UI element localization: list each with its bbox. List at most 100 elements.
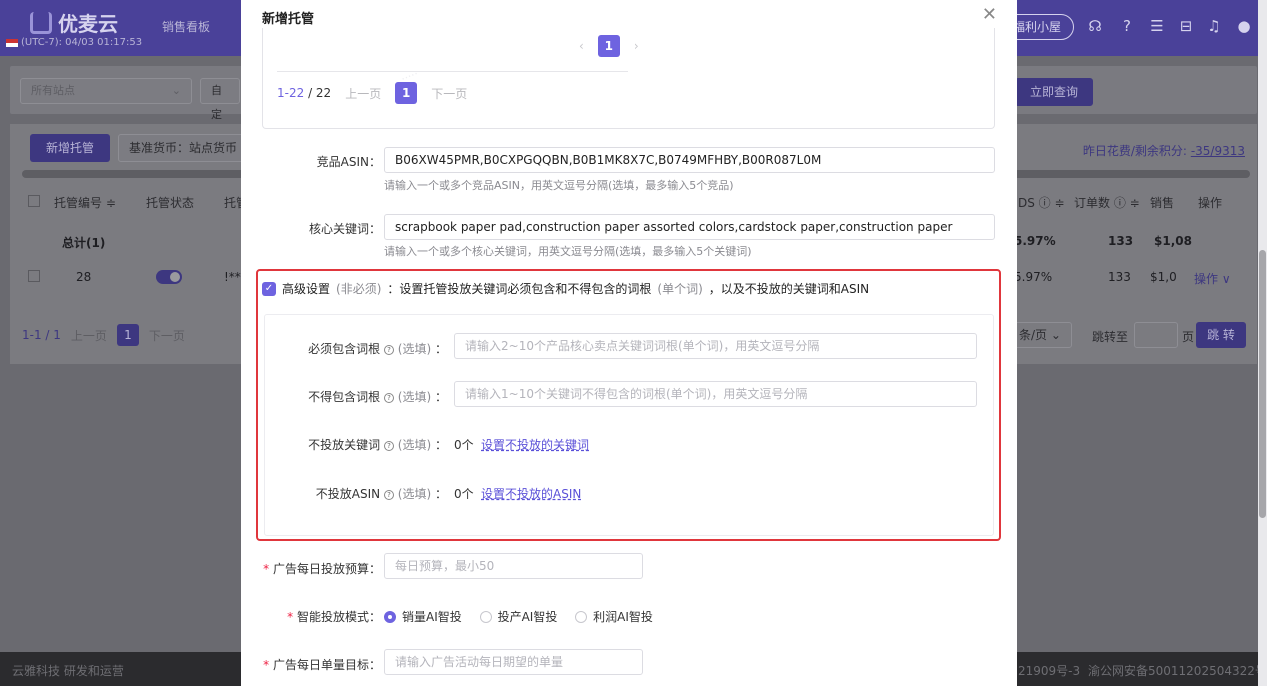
pager-next[interactable]: 下一页 xyxy=(149,327,185,344)
currency-button[interactable]: 基准货币：站点货币 xyxy=(118,134,249,162)
divider xyxy=(277,71,628,72)
row-checkbox[interactable] xyxy=(28,270,40,282)
advanced-optional: (非必须) xyxy=(336,282,382,296)
competitor-asin-input[interactable]: B06XW45PMR,B0CXPGQQBN,B0B1MK8X7C,B0749MF… xyxy=(384,147,995,173)
footer-icp[interactable]: 21909号-3 xyxy=(1018,662,1080,679)
radio-selected-icon xyxy=(384,610,396,623)
message-icon[interactable]: ☰ xyxy=(1147,16,1167,36)
support-icon[interactable]: ☊ xyxy=(1085,16,1105,36)
user-avatar-icon[interactable]: ● xyxy=(1234,16,1254,36)
core-keyword-input[interactable]: scrapbook paper pad,construction paper a… xyxy=(384,214,995,240)
help-icon[interactable]: ? xyxy=(1117,16,1137,36)
radio-unselected-icon xyxy=(479,610,492,623)
column-header[interactable]: 托管编号 ≑ xyxy=(54,194,116,211)
pager-prev[interactable]: 上一页 xyxy=(71,327,107,344)
logo-icon xyxy=(30,11,52,34)
pager-page-1[interactable]: 1 xyxy=(395,82,418,104)
must-exclude-input[interactable]: 请输入1~10个关键词不得包含的词根(单个词)，用英文逗号分隔 xyxy=(454,381,977,407)
radio-profit-ai[interactable]: 利润AI智投 xyxy=(575,608,653,625)
negative-asin-text: 不投放ASIN xyxy=(315,487,381,501)
optional-tag: (选填) xyxy=(397,438,432,452)
must-include-input[interactable]: 请输入2~10个产品核心卖点关键词词根(单个词)，用英文逗号分隔 xyxy=(454,333,977,359)
pager-page-1[interactable]: 1 xyxy=(116,324,139,346)
row-id: 28 xyxy=(76,270,92,284)
nav-item-sales-board[interactable]: 销售看板 xyxy=(162,18,210,35)
logo-text: 优麦云 xyxy=(58,12,118,36)
total-orders: 133 xyxy=(1108,234,1134,248)
pager-next[interactable]: 下一页 xyxy=(431,85,467,102)
daily-budget-placeholder: 每日预算，最小50 xyxy=(395,559,495,573)
inner-pagination: ‹ 1 › xyxy=(579,35,639,57)
row-orders: 133 xyxy=(1108,270,1131,284)
close-icon[interactable]: ✕ xyxy=(982,4,997,25)
modal-title: 新增托管 xyxy=(262,12,315,27)
set-negative-keyword-link[interactable]: 设置不投放的关键词 xyxy=(481,436,589,453)
ai-mode-label: * 智能投放模式： xyxy=(261,608,381,625)
list-pagination: 1-1 / 1 上一页 1 下一页 xyxy=(22,324,185,346)
daily-order-placeholder: 请输入广告活动每日期望的单量 xyxy=(395,655,564,669)
required-mark: * xyxy=(287,610,294,624)
must-include-label: 必须包含词根 ? (选填) ： xyxy=(308,342,447,356)
daily-budget-input[interactable]: 每日预算，最小50 xyxy=(384,553,643,579)
radio-unselected-icon xyxy=(575,610,588,623)
site-select[interactable]: 所有站点 ⌄ xyxy=(20,78,192,104)
total-sales: $1,08 xyxy=(1154,234,1192,248)
advanced-settings-toggle[interactable]: ✓ 高级设置 (非必须) ：设置托管投放关键词必须包含和不得包含的词根 (单个词) ，以… xyxy=(262,280,869,297)
chevron-left-icon[interactable]: ‹ xyxy=(579,39,584,53)
negative-asin-label: 不投放ASIN ? (选填) ： xyxy=(315,487,447,501)
help-icon[interactable]: ? xyxy=(383,344,394,355)
column-header[interactable]: 订单数 ⓘ ≑ xyxy=(1074,194,1140,211)
competitor-asin-hint: 请输入一个或多个竞品ASIN，用英文逗号分隔(选填，最多输入5个竞品) xyxy=(384,179,734,192)
pager-count: 1-22 / 22 xyxy=(277,86,331,100)
custom-select[interactable]: 自定义 xyxy=(200,78,240,145)
add-hosting-button[interactable]: 新增托管 xyxy=(30,134,110,162)
daily-order-label: * 广告每日单量目标： xyxy=(261,656,381,673)
app-logo[interactable]: 优麦云 xyxy=(30,8,118,37)
query-button[interactable]: 立即查询 xyxy=(1015,78,1093,106)
radio-sales-ai[interactable]: 销量AI智投 xyxy=(384,608,462,625)
daily-budget-text: 广告每日投放预算： xyxy=(272,562,381,576)
chevron-right-icon[interactable]: › xyxy=(634,39,639,53)
must-exclude-placeholder: 请输入1~10个关键词不得包含的词根(单个词)，用英文逗号分隔 xyxy=(465,387,808,401)
row-action-menu[interactable]: 操作 ∨ xyxy=(1194,270,1231,287)
add-hosting-modal: ····· 新增托管 ✕ ‹ 1 › 1-22 / 22 上一页 1 下一页 竞… xyxy=(241,0,1017,686)
radio-label: 利润AI智投 xyxy=(593,610,653,624)
optional-tag: (选填) xyxy=(397,487,432,501)
must-exclude-label: 不得包含词根 ? (选填) ： xyxy=(308,390,447,404)
advanced-label: 高级设置 xyxy=(282,282,331,296)
page-scrollbar-thumb[interactable] xyxy=(1259,250,1266,518)
negative-asin-count: 0个 xyxy=(454,487,474,501)
spent-label: 昨日花费/剩余积分: xyxy=(1082,144,1187,158)
must-exclude-text: 不得包含词根 xyxy=(308,390,381,404)
status-toggle[interactable] xyxy=(156,270,182,284)
cart-icon[interactable]: ⊟ xyxy=(1176,16,1196,36)
spent-value[interactable]: -35/9313 xyxy=(1191,144,1245,158)
column-header: 托管状态 xyxy=(146,196,195,210)
ai-mode-text: 智能投放模式： xyxy=(296,610,381,624)
required-mark: * xyxy=(263,658,270,672)
core-keyword-label: 核心关键词： xyxy=(308,222,381,236)
help-icon[interactable]: ? xyxy=(383,440,394,451)
footer-police[interactable]: 渝公网安备50011202504322号 xyxy=(1088,662,1267,679)
inner-page-1[interactable]: 1 xyxy=(597,35,620,57)
daily-order-input[interactable]: 请输入广告活动每日期望的单量 xyxy=(384,649,643,675)
page-unit: 页 xyxy=(1182,330,1195,344)
goto-input[interactable] xyxy=(1134,322,1178,348)
advanced-checkbox[interactable]: ✓ xyxy=(262,281,276,296)
jump-button[interactable]: 跳 转 xyxy=(1196,322,1246,348)
radio-roi-ai[interactable]: 投产AI智投 xyxy=(479,608,557,625)
pager-prev[interactable]: 上一页 xyxy=(345,85,381,102)
column-header[interactable]: DS ⓘ ≑ xyxy=(1018,194,1065,211)
bell-icon[interactable]: ♫ xyxy=(1204,16,1224,36)
row-name: !** xyxy=(224,270,241,284)
column-header[interactable]: 销售 xyxy=(1150,194,1174,211)
row-sales: $1,0 xyxy=(1150,270,1177,284)
site-select-text: 所有站点 xyxy=(31,84,75,97)
help-icon[interactable]: ? xyxy=(383,392,394,403)
advanced-desc2: ，以及不投放的关键词和ASIN xyxy=(708,282,870,296)
help-icon[interactable]: ? xyxy=(383,489,394,500)
chevron-down-icon: ⌄ xyxy=(171,84,181,97)
set-negative-asin-link[interactable]: 设置不投放的ASIN xyxy=(481,485,581,502)
select-all-checkbox[interactable] xyxy=(28,195,40,207)
daily-budget-label: * 广告每日投放预算： xyxy=(261,560,381,577)
